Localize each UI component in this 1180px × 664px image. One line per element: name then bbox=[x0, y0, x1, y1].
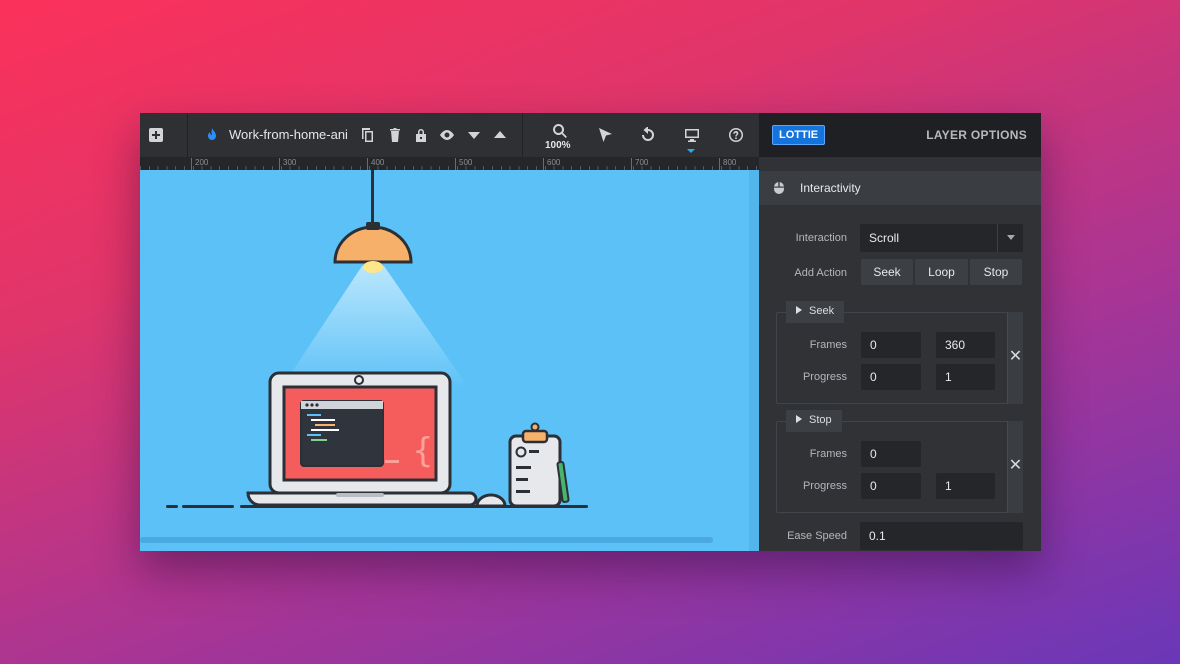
seek-group-title: Seek bbox=[809, 305, 835, 317]
seek-frames-label: Frames bbox=[809, 339, 847, 351]
visibility-icon[interactable] bbox=[437, 125, 457, 145]
horizontal-scrollbar[interactable] bbox=[140, 537, 713, 543]
section-title: Interactivity bbox=[800, 181, 861, 195]
close-stop-icon[interactable]: ✕ bbox=[1007, 421, 1023, 513]
caret-right-icon bbox=[796, 415, 802, 423]
panel-header: LOTTIE LAYER OPTIONS bbox=[759, 113, 1041, 157]
seek-action-button[interactable]: Seek bbox=[861, 259, 913, 285]
stop-action-button[interactable]: Stop bbox=[970, 259, 1022, 285]
seek-frames-to-input[interactable]: 360 bbox=[936, 332, 995, 358]
toolbar: Work-from-home-ani 100% bbox=[140, 113, 759, 157]
stop-progress-from-input[interactable]: 0 bbox=[861, 473, 921, 499]
chevron-down-icon bbox=[997, 224, 1023, 252]
desk-line bbox=[240, 505, 588, 508]
desktop-preview-icon[interactable] bbox=[682, 125, 702, 145]
select-cursor-icon[interactable] bbox=[595, 125, 615, 145]
ease-speed-label: Ease Speed bbox=[787, 530, 847, 542]
lock-icon[interactable] bbox=[411, 125, 431, 145]
light-beam bbox=[280, 266, 470, 390]
stop-group-title: Stop bbox=[809, 414, 832, 426]
lamp-shade bbox=[333, 225, 413, 264]
loop-action-button[interactable]: Loop bbox=[915, 259, 968, 285]
active-indicator bbox=[687, 149, 695, 153]
mouse bbox=[475, 493, 507, 508]
ruler-label: 500 bbox=[455, 158, 472, 170]
animation-canvas[interactable]: { bbox=[140, 170, 759, 551]
seek-progress-to-input[interactable]: 1 bbox=[936, 364, 995, 390]
stop-progress-to-input[interactable]: 1 bbox=[936, 473, 995, 499]
help-icon[interactable] bbox=[726, 125, 746, 145]
lottie-badge[interactable]: LOTTIE bbox=[772, 125, 826, 145]
move-up-icon[interactable] bbox=[490, 125, 510, 145]
duplicate-icon[interactable] bbox=[358, 125, 378, 145]
layer-options-panel: LOTTIE LAYER OPTIONS Interactivity Inter… bbox=[759, 113, 1041, 551]
ruler-label: 700 bbox=[631, 158, 648, 170]
seek-frames-from-input[interactable]: 0 bbox=[861, 332, 921, 358]
ruler-label: 800 bbox=[719, 158, 736, 170]
stop-progress-label: Progress bbox=[802, 480, 847, 492]
code-window bbox=[300, 400, 384, 467]
delete-icon[interactable] bbox=[385, 125, 405, 145]
seek-progress-from-input[interactable]: 0 bbox=[861, 364, 921, 390]
interaction-label: Interaction bbox=[795, 232, 847, 244]
zoom-level[interactable]: 100% bbox=[545, 140, 571, 151]
ease-speed-input[interactable]: 0.1 bbox=[860, 522, 1023, 550]
editor-window: Work-from-home-ani 100% 200 300 400 500 … bbox=[140, 113, 1041, 551]
clipboard bbox=[508, 434, 562, 508]
lottie-logo-icon bbox=[202, 125, 222, 145]
work-from-home-illustration: { bbox=[166, 170, 588, 508]
seek-action-group: Seek Frames 0 360 Progress 0 1 bbox=[776, 301, 1008, 404]
ruler-label: 400 bbox=[367, 158, 384, 170]
vertical-scrollbar[interactable] bbox=[749, 170, 759, 551]
seek-progress-label: Progress bbox=[802, 371, 847, 383]
ruler-label: 300 bbox=[279, 158, 296, 170]
interactivity-section-header[interactable]: Interactivity bbox=[759, 171, 1041, 205]
lamp-bulb bbox=[363, 261, 383, 273]
zoom-icon[interactable] bbox=[550, 121, 570, 141]
stop-frames-input[interactable]: 0 bbox=[861, 441, 921, 467]
undo-icon[interactable] bbox=[638, 125, 658, 145]
file-name[interactable]: Work-from-home-ani bbox=[229, 127, 348, 142]
horizontal-ruler: 200 300 400 500 600 700 800 bbox=[140, 157, 759, 170]
ruler-label: 200 bbox=[191, 158, 208, 170]
caret-right-icon bbox=[796, 306, 802, 314]
svg-text:{: { bbox=[412, 431, 434, 471]
interaction-select[interactable]: Scroll bbox=[860, 224, 1023, 252]
stop-action-group: Stop Frames 0 Progress 0 1 bbox=[776, 410, 1008, 513]
lamp-cord bbox=[371, 170, 374, 228]
add-layer-icon[interactable] bbox=[146, 125, 166, 145]
interaction-value: Scroll bbox=[869, 231, 900, 245]
stop-frames-label: Frames bbox=[809, 448, 847, 460]
add-action-label: Add Action bbox=[794, 267, 847, 279]
move-down-icon[interactable] bbox=[464, 125, 484, 145]
mouse-icon bbox=[774, 182, 784, 194]
ruler-label: 600 bbox=[543, 158, 560, 170]
close-seek-icon[interactable]: ✕ bbox=[1007, 312, 1023, 404]
panel-title: LAYER OPTIONS bbox=[926, 128, 1027, 142]
stop-group-toggle[interactable]: Stop bbox=[786, 410, 842, 432]
seek-group-toggle[interactable]: Seek bbox=[786, 301, 845, 323]
